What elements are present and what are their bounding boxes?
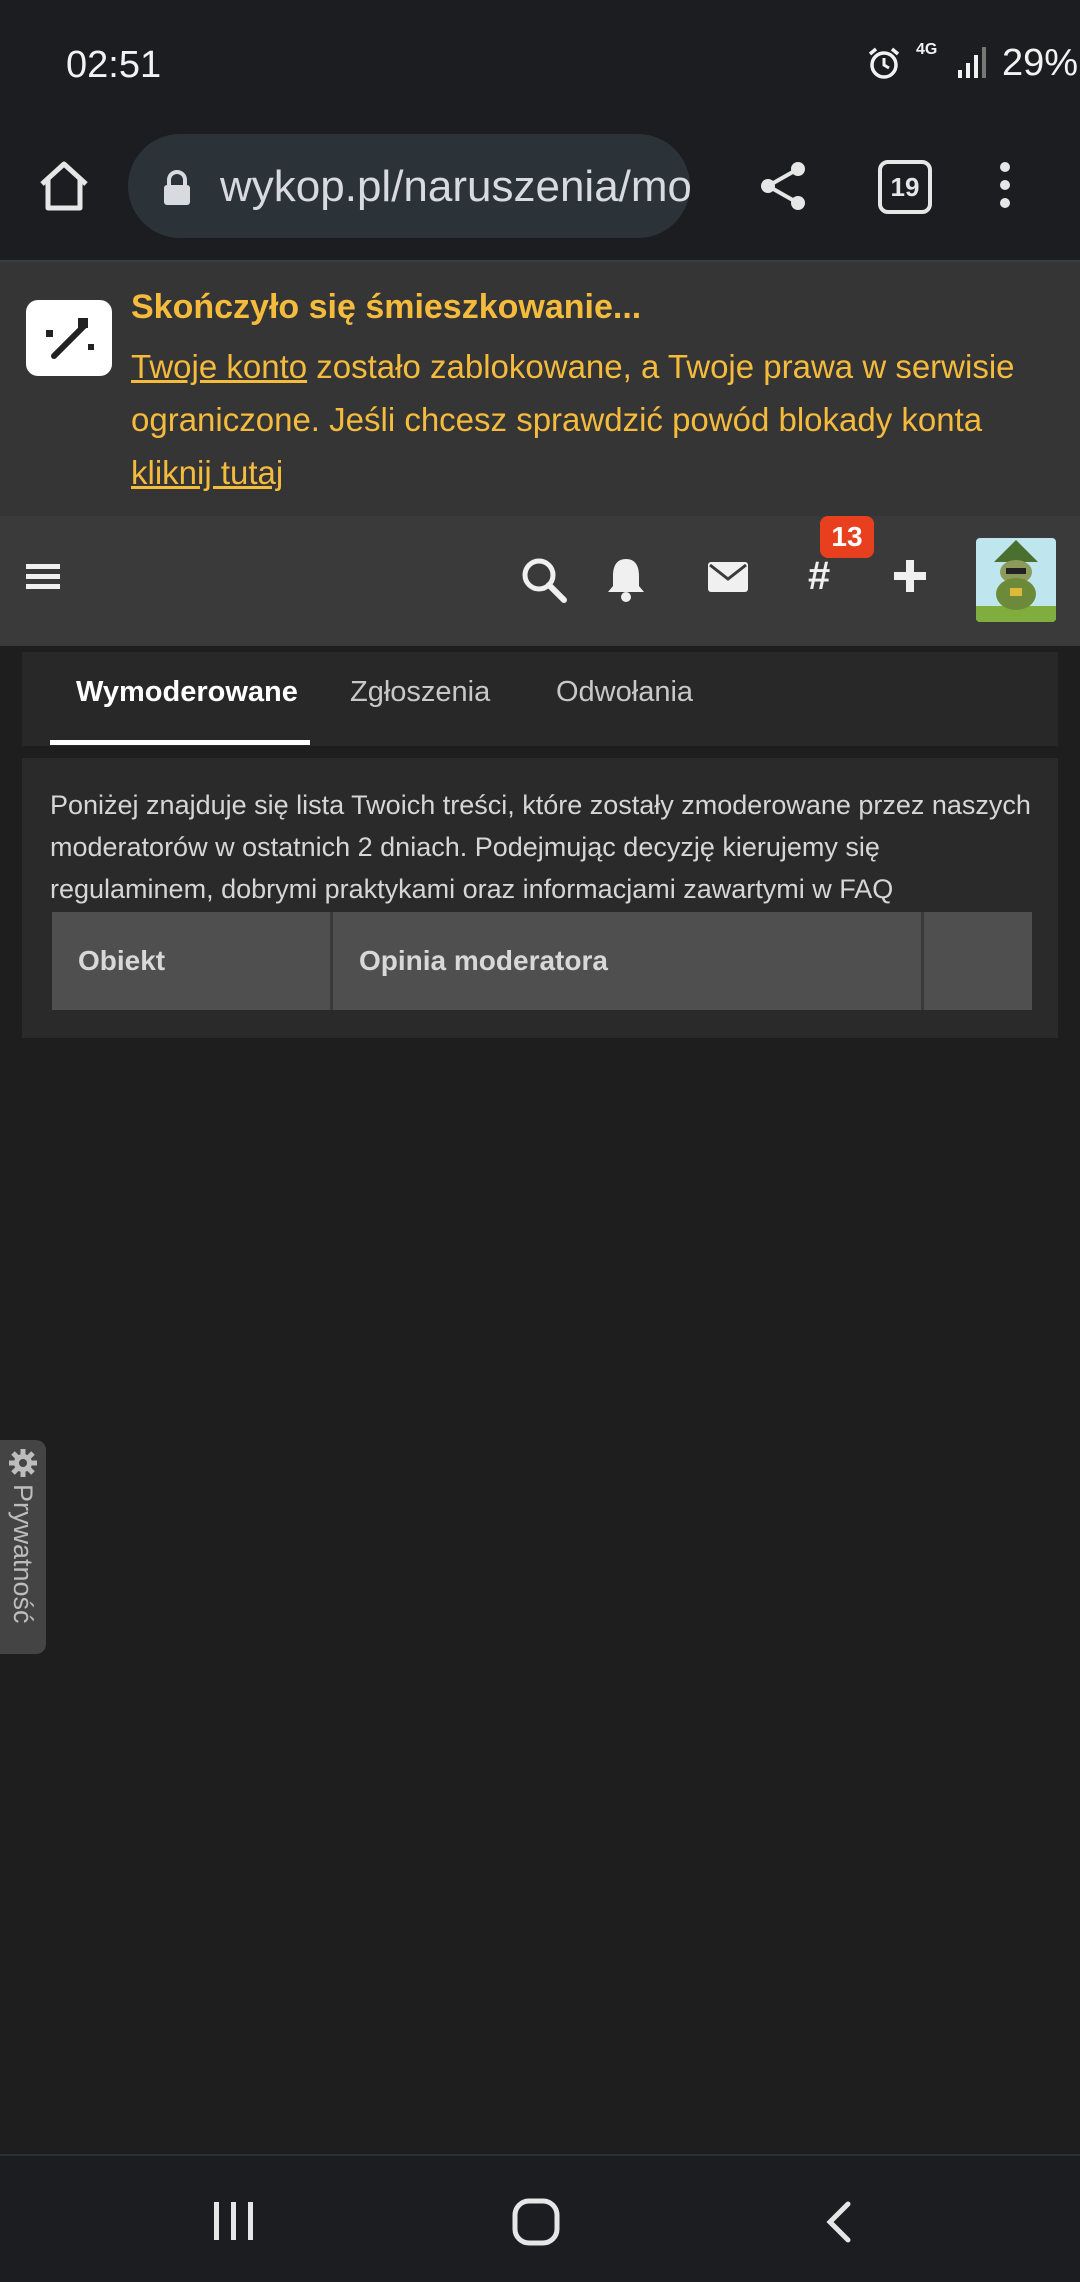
- signal-icon: [958, 47, 986, 78]
- home-icon[interactable]: [36, 158, 92, 214]
- moderation-table-header: Obiekt Opinia moderatora: [50, 910, 1034, 1012]
- more-icon[interactable]: [990, 160, 1020, 210]
- status-icons: 4G 29%: [640, 40, 1080, 88]
- moderation-tabs: Wymoderowane Zgłoszenia Odwołania: [22, 652, 1058, 746]
- back-icon[interactable]: [822, 2200, 854, 2244]
- moderated-content-card: Poniżej znajduje się lista Twoich treści…: [22, 758, 1058, 1038]
- column-obiekt: Obiekt: [78, 945, 166, 976]
- account-link[interactable]: Twoje konto: [131, 348, 307, 385]
- recents-icon[interactable]: [212, 2200, 256, 2242]
- hamburger-icon[interactable]: [26, 562, 60, 592]
- browser-toolbar: wykop.pl/naruszenia/moderated 19: [0, 130, 1080, 262]
- system-navigation-bar: [0, 2154, 1080, 2282]
- url-text: wykop.pl/naruszenia/moderated: [220, 162, 690, 211]
- battery-percent: 29%: [1002, 42, 1079, 84]
- network-type: 4G: [916, 41, 938, 58]
- bell-icon[interactable]: [606, 556, 646, 602]
- status-bar: 02:51 4G 29%: [0, 0, 1080, 130]
- description-text: Poniżej znajduje się lista Twoich treści…: [50, 790, 1031, 904]
- click-here-link[interactable]: kliknij tutaj: [131, 454, 283, 491]
- gear-icon: [9, 1449, 37, 1477]
- status-time: 02:51: [66, 44, 162, 86]
- share-icon[interactable]: [758, 160, 808, 212]
- site-navbar: # 13: [0, 516, 1080, 646]
- notice-title: Skończyło się śmieszkowanie...: [131, 288, 642, 326]
- tab-odwolania[interactable]: Odwołania: [556, 676, 693, 709]
- tags-badge: 13: [820, 516, 874, 558]
- tab-wymoderowane[interactable]: Wymoderowane: [76, 676, 298, 709]
- ban-notice: Skończyło się śmieszkowanie... Twoje kon…: [0, 262, 1080, 516]
- home-circle-icon[interactable]: [512, 2198, 560, 2246]
- alarm-icon: [868, 47, 900, 79]
- plus-icon[interactable]: [894, 560, 926, 592]
- tab-zgloszenia[interactable]: Zgłoszenia: [350, 676, 490, 709]
- column-opinia: Opinia moderatora: [359, 945, 608, 976]
- tabs-icon[interactable]: 19: [878, 160, 932, 214]
- hashtag-icon[interactable]: #: [808, 554, 830, 599]
- privacy-tab[interactable]: Prywatność: [0, 1440, 46, 1654]
- notice-text: Twoje konto zostało zablokowane, a Twoje…: [131, 340, 1031, 499]
- wand-icon: [26, 300, 112, 376]
- column-empty: [924, 912, 1032, 1010]
- address-bar[interactable]: wykop.pl/naruszenia/moderated: [128, 134, 690, 238]
- active-tab-indicator: [50, 740, 310, 745]
- lock-icon: [164, 170, 190, 205]
- avatar[interactable]: [976, 538, 1056, 622]
- search-icon[interactable]: [520, 556, 568, 604]
- privacy-label: Prywatność: [8, 1484, 38, 1624]
- mail-icon[interactable]: [708, 562, 748, 592]
